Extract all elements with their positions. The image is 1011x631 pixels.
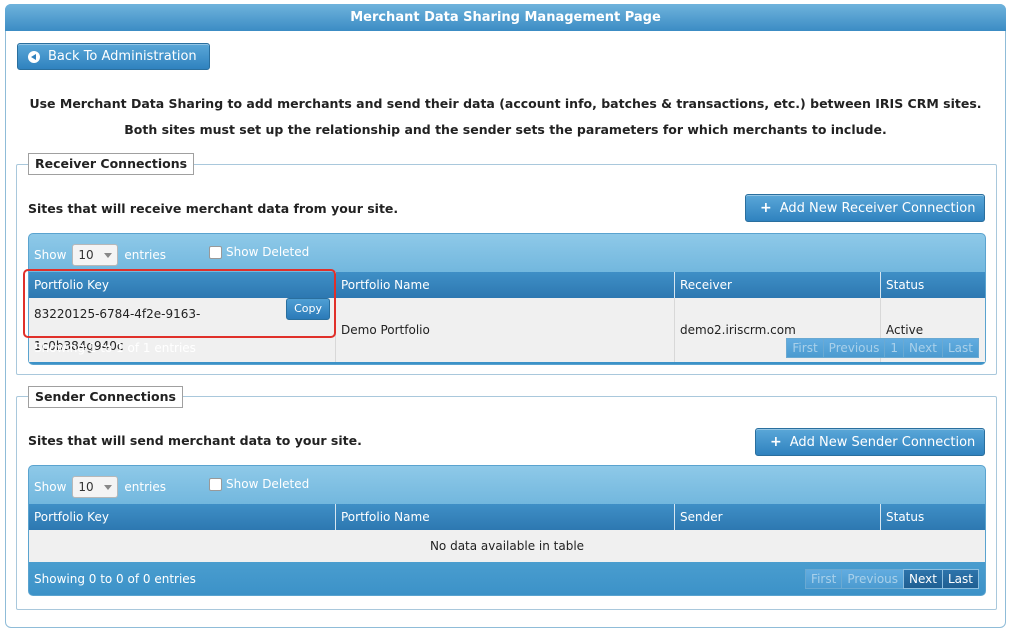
sender-table: Portfolio Key Portfolio Name Sender Stat… [29,504,985,562]
copy-key-button[interactable]: Copy [286,298,330,320]
pager-previous-button[interactable]: Previous [841,569,905,589]
sender-show-deleted[interactable]: Show Deleted [209,477,309,491]
column-header-portfolio-key[interactable]: Portfolio Key [29,504,336,530]
page-title: Merchant Data Sharing Management Page [5,4,1006,31]
portfolio-name-cell: Demo Portfolio [335,298,675,362]
receiver-length-control: Show 10 entries [34,244,166,266]
show-label: Show [34,248,67,262]
column-header-sender[interactable]: Sender [674,504,881,530]
add-sender-label: Add New Sender Connection [789,434,976,450]
column-header-portfolio-name[interactable]: Portfolio Name [335,272,675,298]
chevron-down-icon [104,252,113,258]
receiver-entries-select[interactable]: 10 [72,244,119,266]
pager-first-button[interactable]: First [805,569,843,589]
sender-length-control: Show 10 entries [34,476,166,498]
pager-last-button[interactable]: Last [942,338,979,358]
sender-entries-select[interactable]: 10 [72,476,119,498]
plus-icon: + [760,200,772,216]
show-deleted-checkbox[interactable] [209,477,222,491]
pager-page-1-button[interactable]: 1 [884,338,905,358]
add-receiver-connection-button[interactable]: + Add New Receiver Connection [745,194,985,222]
chevron-down-icon [104,484,113,490]
column-header-portfolio-name[interactable]: Portfolio Name [335,504,675,530]
receiver-pagination: First Previous 1 Next Last [786,338,979,358]
show-deleted-checkbox[interactable] [209,245,222,259]
pager-next-button[interactable]: Next [903,338,943,358]
show-deleted-label: Show Deleted [226,245,310,259]
receiver-table-wrapper: Show 10 entries Show Deleted Portfolio K… [28,233,986,365]
back-arrow-icon [28,50,40,63]
plus-icon: + [770,434,782,450]
receiver-show-deleted[interactable]: Show Deleted [209,245,309,259]
entries-value: 10 [78,480,94,494]
pager-next-button[interactable]: Next [903,569,943,589]
entries-value: 10 [78,248,94,262]
intro-line-2: Both sites must set up the relationship … [124,122,887,137]
receiver-description: Sites that will receive merchant data fr… [28,201,399,216]
add-sender-connection-button[interactable]: + Add New Sender Connection [755,428,985,456]
column-header-portfolio-key[interactable]: Portfolio Key [29,272,336,298]
column-header-status[interactable]: Status [880,504,985,530]
empty-table-message: No data available in table [29,530,985,562]
sender-table-wrapper: Show 10 entries Show Deleted Portfolio K… [28,465,986,596]
back-to-administration-button[interactable]: Back To Administration [17,43,210,70]
sender-connections-legend: Sender Connections [28,386,183,408]
receiver-table-info: Showing 1 to 1 of 1 entries [34,341,196,355]
pager-last-button[interactable]: Last [942,569,979,589]
column-header-status[interactable]: Status [880,272,985,298]
pager-previous-button[interactable]: Previous [822,338,886,358]
entries-label: entries [124,480,166,494]
sender-pagination: First Previous Next Last [805,569,979,589]
pager-first-button[interactable]: First [786,338,824,358]
show-label: Show [34,480,67,494]
table-row: No data available in table [29,530,985,562]
show-deleted-label: Show Deleted [226,477,310,491]
column-header-receiver[interactable]: Receiver [674,272,881,298]
sender-table-info: Showing 0 to 0 of 0 entries [34,572,196,586]
add-receiver-label: Add New Receiver Connection [779,200,976,216]
entries-label: entries [124,248,166,262]
back-button-label: Back To Administration [48,49,197,64]
receiver-connections-legend: Receiver Connections [28,153,195,175]
sender-description: Sites that will send merchant data to yo… [28,433,362,448]
intro-line-1: Use Merchant Data Sharing to add merchan… [29,96,982,111]
